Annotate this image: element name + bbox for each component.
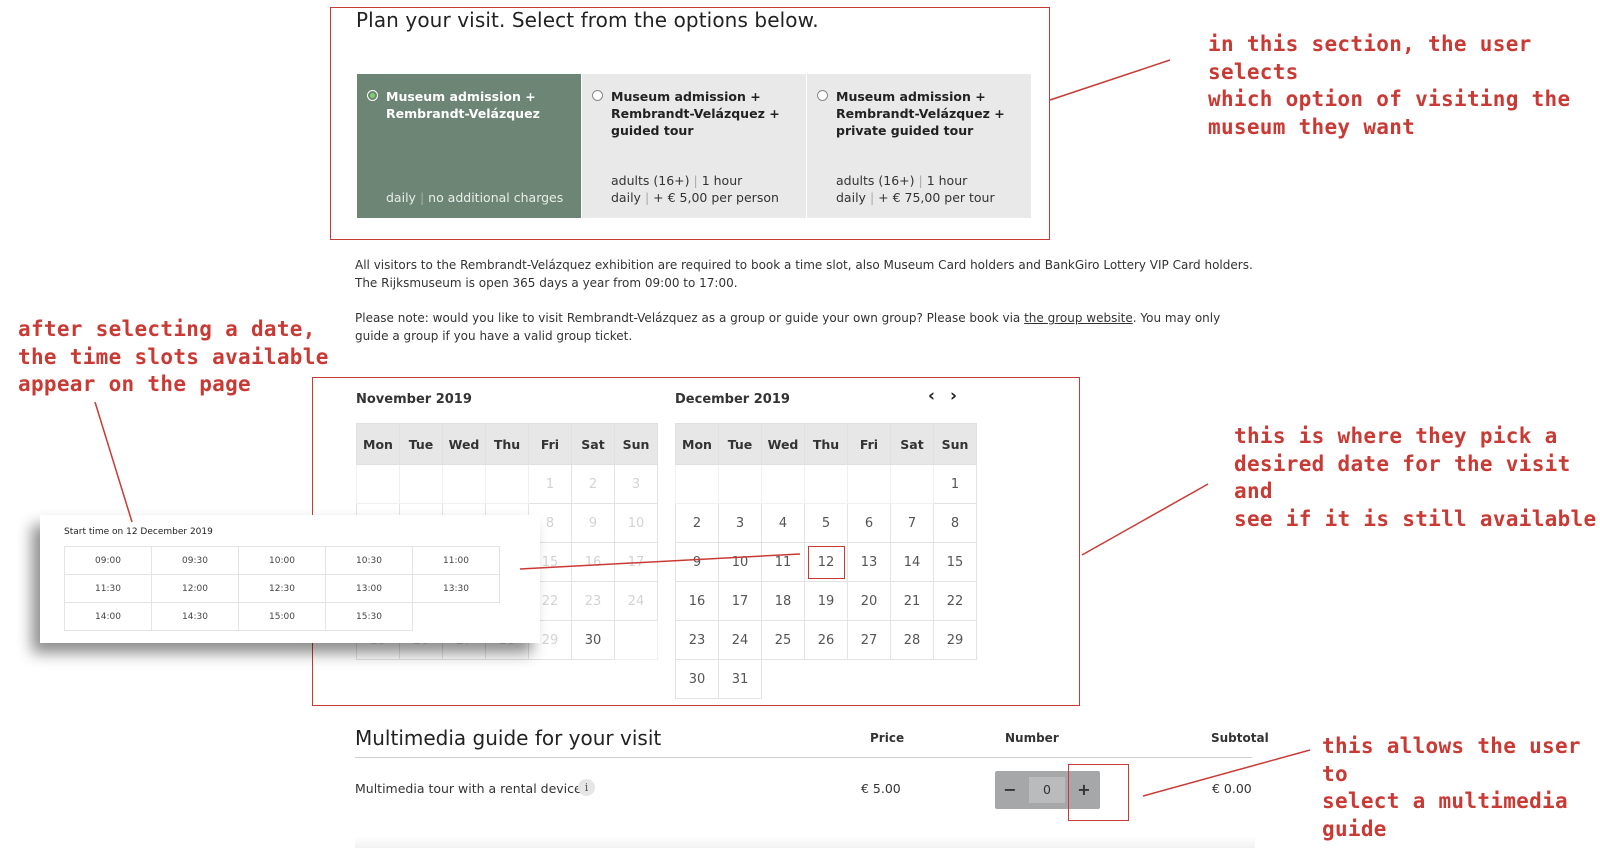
annotation-options: in this section, the user selects which … <box>1208 31 1600 141</box>
annotation-timeslots: after selecting a date, the time slots a… <box>18 316 329 399</box>
annotation-line: this is where they pick a <box>1234 424 1558 448</box>
annotation-line: see if it is still available <box>1234 506 1597 531</box>
annotation-line: guide <box>1322 816 1387 841</box>
annotation-line: the time slots available <box>18 344 329 369</box>
annotation-line: in this section, the user selects <box>1208 32 1532 84</box>
annotation-line: this allows the user to <box>1322 734 1581 786</box>
annotation-line: after selecting a date, <box>18 317 316 341</box>
annotation-guide: this allows the user to select a multime… <box>1322 733 1600 843</box>
annotation-line: desired date for the visit and <box>1234 451 1571 504</box>
annotation-line: select a multimedia <box>1322 789 1568 813</box>
annotation-line: which option of visiting the <box>1208 87 1571 111</box>
annotation-line: appear on the page <box>18 372 251 396</box>
annotation-line: museum they want <box>1208 114 1416 139</box>
annotation-date: this is where they pick a desired date f… <box>1234 423 1600 533</box>
